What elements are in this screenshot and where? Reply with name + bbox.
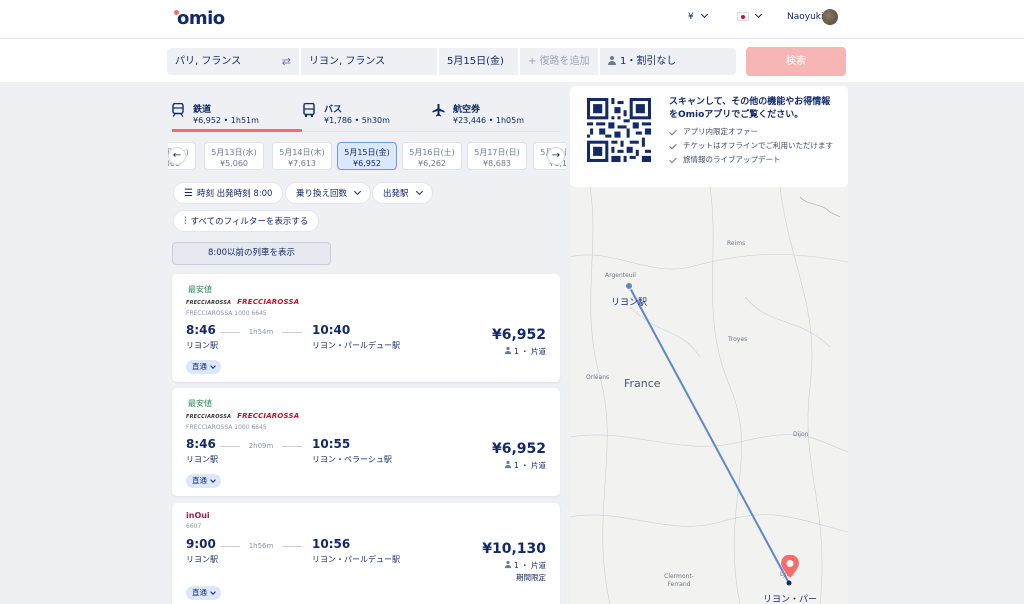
person-icon xyxy=(504,346,512,355)
direct-toggle[interactable]: 直通 xyxy=(186,474,221,488)
date-card[interactable]: 5月13日(水) ¥5,060 xyxy=(204,142,264,170)
result-card[interactable]: 最安値 FRECCIAROSSA FRECCIAROSSA FRECCIAROSS… xyxy=(172,388,560,496)
departure-time: 9:00 xyxy=(186,537,216,551)
tab-bus[interactable]: バス ¥1,786 • 5h30m xyxy=(303,98,431,132)
departure-station: リヨン駅 xyxy=(186,555,218,564)
bus-icon xyxy=(303,102,315,117)
chevron-down-icon[interactable] xyxy=(754,10,763,19)
earlier-trains-button[interactable]: 8:00以前の列車を表示 xyxy=(172,242,331,265)
arrival-time: 10:40 xyxy=(312,323,351,337)
station-filter[interactable]: 出発駅 xyxy=(372,182,433,204)
tab-flight[interactable]: 航空券 ¥23,446 • 1h05m xyxy=(432,98,560,132)
prev-dates-button[interactable]: ← xyxy=(168,147,186,165)
arrival-station: リヨン・ペラーシュ駅 xyxy=(312,455,392,464)
price: ¥10,130 xyxy=(482,541,546,557)
date-card-selected[interactable]: 5月15日(金) ¥6,952 xyxy=(337,142,397,170)
promo-item: アプリ内限定オファー xyxy=(669,126,841,137)
all-filters-button[interactable]: ⫶ すべてのフィルターを表示する xyxy=(173,210,320,232)
chevron-down-icon xyxy=(353,187,362,196)
chevron-down-icon xyxy=(210,477,216,483)
route-map[interactable]: Reims Argenteuil Troyes Orléans Dijon Cl… xyxy=(570,187,848,604)
departure-station: リヨン駅 xyxy=(186,341,218,350)
date-field[interactable]: 5月15日(金) xyxy=(439,48,518,75)
route-line xyxy=(625,282,792,586)
search-bar: パリ, フランス ⇄ リヨン, フランス 5月15日(金) + 復路を追加 1・割… xyxy=(0,38,1024,82)
date-card[interactable]: 5月16日(土) ¥6,262 xyxy=(402,142,462,170)
currency-selector[interactable]: ¥ xyxy=(688,10,708,22)
price: ¥6,952 xyxy=(491,441,546,457)
plane-icon xyxy=(432,103,445,117)
destination-pin-icon xyxy=(780,554,800,582)
person-icon xyxy=(504,560,512,569)
chevron-down-icon xyxy=(700,10,708,19)
train-number: 6607 xyxy=(186,523,202,530)
direct-toggle[interactable]: 直通 xyxy=(186,360,221,374)
return-field[interactable]: + 復路を追加 xyxy=(520,48,598,75)
tab-train[interactable]: 鉄道 ¥6,952 • 1h51m xyxy=(172,98,302,132)
to-field[interactable]: リヨン, フランス xyxy=(301,48,437,75)
departure-station: リヨン駅 xyxy=(186,455,218,464)
from-field[interactable]: パリ, フランス ⇄ xyxy=(167,48,299,75)
arrival-station: リヨン・パールデュー駅 xyxy=(312,555,400,564)
duration: 1h54m xyxy=(220,328,302,336)
operator-logo: FRECCIAROSSA FRECCIAROSSA xyxy=(186,298,300,306)
arrow-left-icon: ← xyxy=(172,150,182,161)
person-icon xyxy=(504,460,512,469)
departure-time: 8:46 xyxy=(186,437,216,451)
arrival-station: リヨン・パールデュー駅 xyxy=(312,341,400,350)
sort-icon: ☰ xyxy=(184,188,193,199)
limited-badge: 期間限定 xyxy=(516,573,546,582)
promo-item: 旅情報のライブアップデート xyxy=(669,154,841,165)
passenger-info: 1 ・ 片道 xyxy=(504,346,546,357)
result-card[interactable]: 最安値 FRECCIAROSSA FRECCIAROSSA FRECCIAROSS… xyxy=(172,274,560,382)
filter-icon: ⫶ xyxy=(184,216,187,227)
departure-time: 8:46 xyxy=(186,323,216,337)
destination-label: リヨン・パー xyxy=(763,595,818,604)
cheapest-badge: 最安値 xyxy=(188,285,212,294)
train-icon xyxy=(172,102,184,117)
person-icon xyxy=(608,56,616,65)
swap-icon[interactable]: ⇄ xyxy=(282,48,291,75)
next-dates-button[interactable]: → xyxy=(547,147,565,165)
chevron-down-icon xyxy=(415,187,423,196)
cheapest-badge: 最安値 xyxy=(188,399,212,408)
passenger-info: 1 ・ 片道 xyxy=(504,560,546,571)
mode-tabs: 鉄道 ¥6,952 • 1h51m バス ¥1,786 • 5h30m 航空券 … xyxy=(172,98,560,132)
passengers-field[interactable]: 1・割引なし xyxy=(600,48,736,75)
top-bar: omio ¥ Naoyuki xyxy=(0,0,1024,38)
duration: 2h09m xyxy=(220,442,302,450)
arrow-right-icon: → xyxy=(551,150,561,161)
direct-toggle[interactable]: 直通 xyxy=(186,586,221,600)
date-card[interactable]: 5月14日(木) ¥7,613 xyxy=(272,142,332,170)
chevron-down-icon xyxy=(210,589,216,595)
promo-list: アプリ内限定オファー チケットはオフラインでご利用いただけます 旅情報のライブア… xyxy=(669,126,841,168)
price: ¥6,952 xyxy=(491,327,546,343)
transfers-filter[interactable]: 乗り換え回数 xyxy=(285,182,372,204)
japan-flag-icon[interactable] xyxy=(737,12,749,21)
operator-logo: FRECCIAROSSA FRECCIAROSSA xyxy=(186,412,300,420)
date-card[interactable]: 5月17日(日) ¥8,683 xyxy=(467,142,527,170)
result-card[interactable]: inOui 6607 9:00 1h56m 10:56 リヨン駅 リヨン・パール… xyxy=(172,503,560,604)
origin-label: リヨン駅 xyxy=(611,298,648,308)
train-number: FRECCIAROSSA 1000 6645 xyxy=(186,424,267,431)
date-strip: 5月12日(火)¥5,060 5月13日(水)¥5,060 5月14日(木)¥7… xyxy=(168,140,566,170)
train-number: FRECCIAROSSA 1000 6645 xyxy=(186,310,267,317)
arrival-time: 10:55 xyxy=(312,437,351,451)
search-button[interactable]: 検索 xyxy=(746,47,846,76)
avatar[interactable] xyxy=(822,9,838,25)
promo-item: チケットはオフラインでご利用いただけます xyxy=(669,140,841,151)
active-tab-indicator xyxy=(172,129,302,132)
app-promo-panel: スキャンして、その他の機能やお得情報をOmioアプリでご覧ください。 アプリ内限… xyxy=(570,86,848,187)
passenger-info: 1 ・ 片道 xyxy=(504,460,546,471)
time-filter[interactable]: ☰ 時刻 出発時刻 8:00 xyxy=(173,182,284,204)
arrival-time: 10:56 xyxy=(312,537,351,551)
promo-title: スキャンして、その他の機能やお得情報をOmioアプリでご覧ください。 xyxy=(669,97,831,120)
operator-logo: inOui xyxy=(186,511,210,520)
chevron-down-icon xyxy=(210,363,216,369)
duration: 1h56m xyxy=(220,542,302,550)
user-name[interactable]: Naoyuki xyxy=(787,12,824,22)
omio-logo[interactable]: omio xyxy=(174,8,225,29)
qr-code-icon xyxy=(587,98,651,162)
